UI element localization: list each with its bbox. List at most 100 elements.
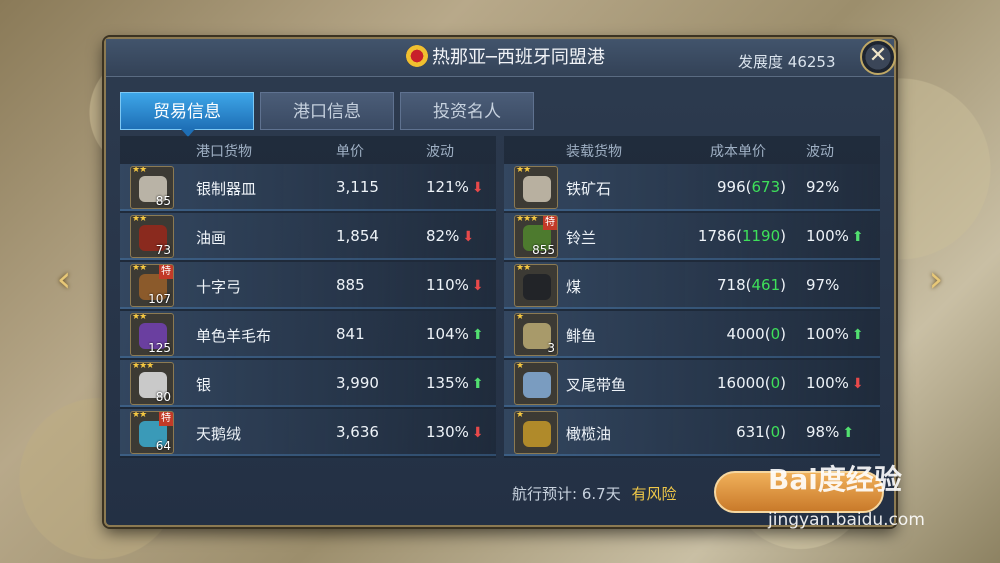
cost-value: 1786: [697, 227, 737, 245]
cost-price: 16000(0): [717, 374, 786, 392]
trend-up-icon: ⬆: [471, 327, 484, 343]
eta-value: 6.7天: [581, 485, 621, 503]
goods-name: 油画: [196, 229, 227, 247]
goods-name: 银制器皿: [196, 180, 257, 198]
eta-label: 航行预计:: [512, 485, 578, 503]
table-row[interactable]: ★★ 73 油画 1,854 82% ⬇: [120, 213, 496, 260]
table-row[interactable]: ★★ 铁矿石 996(673) 92%: [504, 164, 880, 211]
profit-value: 1190: [741, 227, 781, 245]
goods-price: 841: [336, 325, 365, 343]
development-label: 发展度: [738, 53, 784, 71]
goods-thumbnail: ★★: [514, 264, 558, 307]
development-value: 46253: [787, 53, 836, 71]
table-row[interactable]: ★★ 85 银制器皿 3,115 121% ⬇: [120, 164, 496, 211]
table-row[interactable]: ★ 3 鲱鱼 4000(0) 100% ⬆: [504, 311, 880, 358]
goods-price: 3,115: [336, 178, 379, 196]
fluctuation-value: 100%: [806, 374, 849, 392]
goods-name: 鲱鱼: [566, 327, 597, 345]
goods-name: 橄榄油: [566, 425, 612, 443]
star-rating: ★★: [516, 264, 531, 273]
cost-price: 4000(0): [726, 325, 786, 343]
table-row[interactable]: ★★ 125 单色羊毛布 841 104% ⬆: [120, 311, 496, 358]
special-badge: 特: [159, 412, 173, 426]
fluctuation-value: 110%: [426, 276, 469, 294]
trend-down-icon: ⬇: [851, 376, 864, 392]
goods-name: 单色羊毛布: [196, 327, 272, 345]
goods-thumbnail: ★★ 125: [130, 313, 174, 356]
goods-fluctuation: 82% ⬇: [426, 227, 474, 245]
goods-price: 3,990: [336, 374, 379, 392]
tab-port-info[interactable]: 港口信息: [260, 92, 394, 130]
goods-thumbnail: ★★ 85: [130, 166, 174, 209]
cost-value: 631: [736, 423, 765, 441]
table-row[interactable]: ★★ 煤 718(461) 97%: [504, 262, 880, 309]
watermark-logo: Bai度经验: [768, 463, 902, 496]
goods-fluctuation: 100% ⬆: [806, 325, 864, 343]
table-row[interactable]: ★ 叉尾带鱼 16000(0) 100% ⬇: [504, 360, 880, 407]
goods-image: [523, 274, 551, 300]
cost-price: 1786(1190): [697, 227, 786, 245]
goods-fluctuation: 100% ⬆: [806, 227, 864, 245]
goods-fluctuation: 97%: [806, 276, 839, 294]
star-rating: ★★: [516, 166, 531, 175]
special-badge: 特: [543, 216, 557, 230]
goods-quantity: 107: [148, 292, 171, 306]
cost-value: 718: [717, 276, 746, 294]
goods-fluctuation: 135% ⬆: [426, 374, 484, 392]
goods-name: 叉尾带鱼: [566, 376, 627, 394]
goods-name: 铁矿石: [566, 180, 612, 198]
goods-image: [523, 421, 551, 447]
goods-quantity: 85: [155, 194, 171, 208]
port-flag-icon: [406, 45, 428, 67]
header-fluct: 波动: [806, 144, 834, 160]
goods-quantity: 855: [532, 243, 555, 257]
table-row[interactable]: ★ 橄榄油 631(0) 98% ⬆: [504, 409, 880, 456]
trend-up-icon: ⬆: [471, 376, 484, 392]
goods-quantity: 73: [155, 243, 171, 257]
profit-value: 0: [770, 423, 781, 441]
cost-value: 4000: [726, 325, 765, 343]
close-icon[interactable]: ✕: [860, 39, 896, 75]
profit-value: 461: [751, 276, 781, 294]
table-row[interactable]: ★★★ 特 855 铃兰 1786(1190) 100% ⬆: [504, 213, 880, 260]
goods-thumbnail: ★★ 73: [130, 215, 174, 258]
goods-quantity: 64: [155, 439, 171, 453]
tab-trade-info[interactable]: 贸易信息: [120, 92, 254, 137]
star-rating: ★★: [132, 313, 147, 322]
star-rating: ★★★: [132, 362, 154, 371]
fluctuation-value: 104%: [426, 325, 469, 343]
goods-quantity: 125: [148, 341, 171, 355]
tab-investors[interactable]: 投资名人: [400, 92, 534, 130]
trend-down-icon: ⬇: [462, 229, 475, 245]
fluctuation-value: 130%: [426, 423, 469, 441]
port-title: 热那亚─西班牙同盟港: [406, 45, 646, 71]
cost-price: 996(673): [717, 178, 786, 196]
trend-up-icon: ⬆: [851, 327, 864, 343]
chevron-left-icon[interactable]: ‹: [44, 258, 84, 302]
goods-thumbnail: ★: [514, 411, 558, 454]
special-badge: 特: [159, 265, 173, 279]
voyage-estimate: 航行预计: 6.7天 有风险: [512, 483, 677, 504]
trend-down-icon: ⬇: [471, 425, 484, 441]
trend-up-icon: ⬆: [842, 425, 855, 441]
port-goods-header: 港口货物 单价 波动: [120, 136, 496, 164]
title-bar: 热那亚─西班牙同盟港 发展度 46253 ✕: [106, 39, 896, 77]
table-row[interactable]: ★★ 特 64 天鹅绒 3,636 130% ⬇: [120, 409, 496, 456]
fluctuation-value: 135%: [426, 374, 469, 392]
chevron-right-icon[interactable]: ›: [916, 258, 956, 302]
goods-fluctuation: 98% ⬆: [806, 423, 854, 441]
development-readout: 发展度 46253: [738, 51, 836, 72]
port-title-text: 热那亚─西班牙同盟港: [432, 47, 605, 68]
trend-up-icon: ⬆: [851, 229, 864, 245]
star-rating: ★★: [132, 215, 147, 224]
cost-value: 16000: [717, 374, 765, 392]
goods-thumbnail: ★★ 特 64: [130, 411, 174, 454]
goods-price: 885: [336, 276, 365, 294]
table-row[interactable]: ★★ 特 107 十字弓 885 110% ⬇: [120, 262, 496, 309]
baidu-watermark: Bai度经验 jingyan.baidu.com: [768, 458, 968, 538]
risk-warning: 有风险: [631, 485, 677, 503]
table-row[interactable]: ★★★ 80 银 3,990 135% ⬆: [120, 360, 496, 407]
header-goods: 装载货物: [566, 144, 622, 160]
header-price: 单价: [336, 144, 364, 160]
star-rating: ★★: [132, 166, 147, 175]
